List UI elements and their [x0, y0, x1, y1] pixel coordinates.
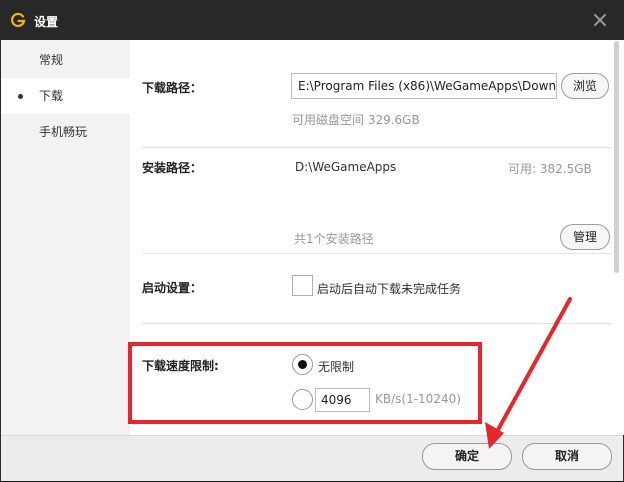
auto-download-label: 启动后自动下载未完成任务	[317, 282, 462, 296]
cancel-button[interactable]: 取消	[522, 443, 612, 470]
highlight-box	[128, 342, 482, 424]
divider	[142, 323, 612, 324]
download-path-field[interactable]: E:\Program Files (x86)\WeGameApps\Downlo…	[291, 73, 557, 99]
auto-download-checkbox[interactable]	[292, 275, 313, 296]
install-available-space: 可用: 382.5GB	[508, 162, 592, 176]
wegame-logo-icon	[11, 12, 26, 28]
ok-button[interactable]: 确定	[422, 443, 512, 470]
sidebar-item-mobile-play[interactable]: 手机畅玩	[1, 114, 130, 150]
sidebar-item-label: 下载	[39, 89, 64, 103]
active-indicator-icon	[18, 94, 23, 99]
sidebar-item-label: 手机畅玩	[39, 125, 88, 139]
startup-settings-label: 启动设置：	[142, 281, 203, 295]
divider	[142, 147, 612, 148]
sidebar-item-general[interactable]: 常规	[1, 42, 130, 78]
scrollbar-thumb[interactable]	[614, 41, 619, 273]
manage-button[interactable]: 管理	[560, 224, 610, 250]
sidebar-item-label: 常规	[39, 53, 64, 67]
install-path-value: D:\WeGameApps	[295, 160, 397, 174]
window-title: 设置	[34, 15, 59, 29]
settings-window: 设置 常规 下载 手机畅玩 下载路径： E:\Program Files (x8…	[0, 0, 624, 481]
sidebar-item-download[interactable]: 下载	[1, 78, 130, 114]
divider	[142, 253, 612, 254]
disk-space-text: 可用磁盘空间 329.6GB	[292, 113, 420, 127]
sidebar: 常规 下载 手机畅玩	[1, 40, 130, 435]
browse-button[interactable]: 浏览	[561, 73, 609, 99]
install-path-label: 安装路径：	[142, 161, 203, 175]
install-path-count: 共1个安装路径	[294, 232, 374, 246]
close-icon[interactable]	[593, 13, 607, 27]
download-path-label: 下载路径：	[142, 81, 203, 95]
title-bar: 设置	[1, 1, 624, 40]
